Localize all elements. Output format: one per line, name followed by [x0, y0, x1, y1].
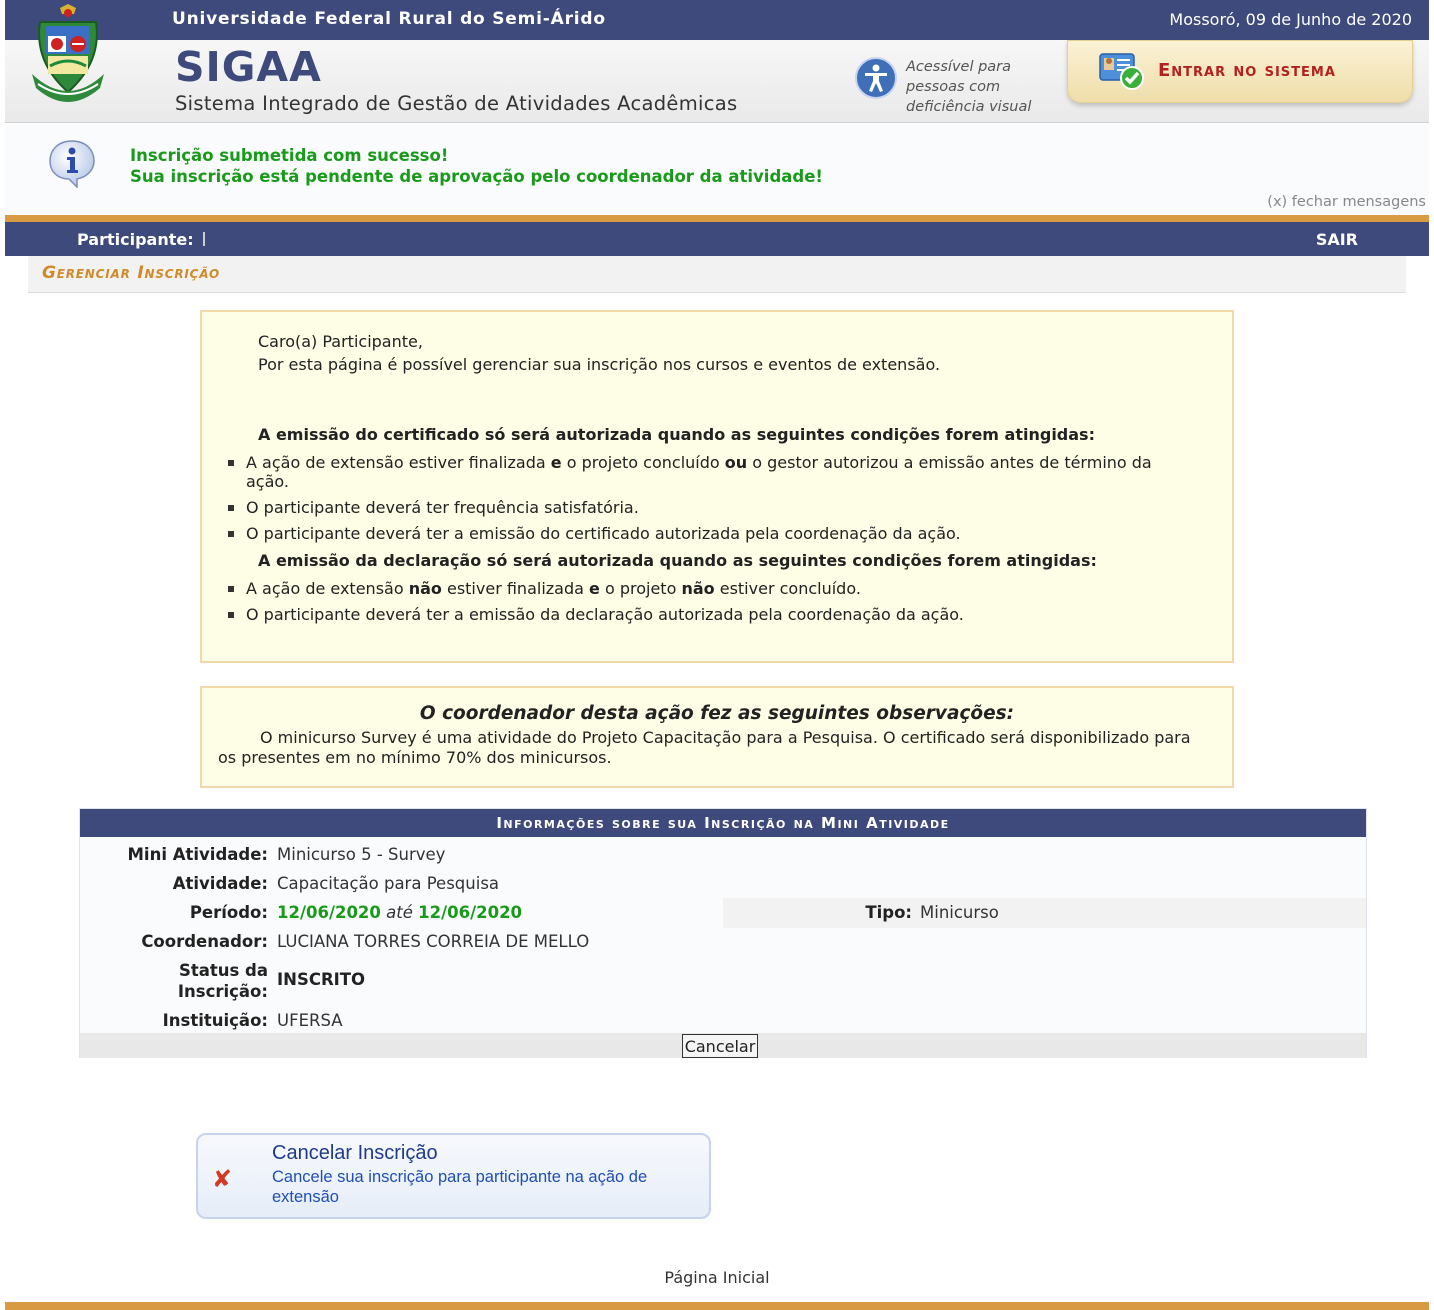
university-name: Universidade Federal Rural do Semi-Árido	[172, 9, 606, 29]
greeting: Caro(a) Participante,	[258, 332, 423, 351]
coordinator-value: LUCIANA TORRES CORREIA DE MELLO	[277, 932, 590, 951]
institution-label: Instituição:	[162, 1011, 268, 1030]
logout-link[interactable]: SAIR	[1316, 230, 1358, 249]
divider	[5, 215, 1429, 222]
university-logo	[32, 4, 104, 102]
participant-bar: Participante: SAIR	[5, 222, 1429, 256]
declaration-heading: A emissão da declaração só será autoriza…	[258, 551, 1097, 570]
declaration-condition-2: O participante deverá ter a emissão da d…	[246, 605, 964, 624]
info-table-footer: Cancelar	[80, 1033, 1366, 1058]
message-area: Inscrição submetida com sucesso! Sua ins…	[5, 124, 1429, 215]
observations-title: O coordenador desta ação fez as seguinte…	[419, 703, 1015, 724]
app-name: SIGAA	[175, 43, 322, 91]
footer-divider	[5, 1302, 1429, 1310]
bullet	[228, 505, 234, 511]
status-value: INSCRITO	[277, 970, 366, 989]
current-date: Mossoró, 09 de Junho de 2020	[1169, 10, 1412, 29]
info-icon	[49, 140, 95, 188]
pending-message: Sua inscrição está pendente de aprovação…	[130, 167, 823, 186]
bullet	[228, 531, 234, 537]
login-button[interactable]: Entrar no sistema	[1067, 40, 1413, 103]
certificate-condition-1-cont: ação.	[246, 472, 289, 491]
participant-label: Participante:	[77, 230, 194, 249]
bullet	[228, 586, 234, 592]
cancel-card-title: Cancelar Inscrição	[272, 1142, 438, 1164]
type-label: Tipo:	[865, 903, 912, 922]
type-value: Minicurso	[920, 903, 999, 922]
period-label: Período:	[189, 903, 268, 922]
app-subtitle: Sistema Integrado de Gestão de Atividade…	[175, 92, 738, 115]
status-label: Status da Inscrição:	[177, 961, 268, 1001]
registration-info-table: Informações sobre sua Inscrição na Mini …	[79, 808, 1367, 1058]
success-message: Inscrição submetida com sucesso!	[130, 146, 449, 165]
bullet	[228, 460, 234, 466]
header: SIGAA Sistema Integrado de Gestão de Ati…	[5, 40, 1429, 123]
certificate-condition-1: A ação de extensão estiver finalizada e …	[246, 453, 1152, 472]
mini-activity-label: Mini Atividade:	[127, 845, 269, 864]
instructions-box: Caro(a) Participante, Por esta página é …	[200, 310, 1234, 663]
home-link[interactable]: Página Inicial	[0, 1268, 1434, 1287]
intro-text: Por esta página é possível gerenciar sua…	[258, 355, 941, 374]
period-value: 12/06/2020 até 12/06/2020	[277, 903, 522, 922]
declaration-condition-1: A ação de extensão não estiver finalizad…	[246, 579, 861, 598]
top-bar: Universidade Federal Rural do Semi-Árido…	[5, 0, 1429, 40]
certificate-condition-3: O participante deverá ter a emissão do c…	[246, 524, 961, 543]
info-table-header: Informações sobre sua Inscrição na Mini …	[80, 809, 1366, 837]
period-separator: até	[386, 903, 413, 922]
accessibility-icon[interactable]	[855, 57, 897, 99]
accessibility-text[interactable]: Acessível para pessoas com deficiência v…	[906, 57, 1031, 117]
period-start: 12/06/2020	[277, 903, 381, 922]
coordinator-label: Coordenador:	[141, 932, 268, 951]
participant-name	[203, 232, 205, 246]
activity-label: Atividade:	[172, 874, 268, 893]
cancel-x-icon: ✘	[212, 1165, 233, 1193]
login-label: Entrar no sistema	[1158, 60, 1336, 81]
cancel-registration-card[interactable]: ✘ Cancelar Inscrição Cancele sua inscriç…	[196, 1133, 711, 1219]
page-title: Gerenciar Inscrição	[42, 263, 220, 283]
institution-value: UFERSA	[277, 1011, 343, 1030]
period-end: 12/06/2020	[418, 903, 523, 922]
mini-activity-value: Minicurso 5 - Survey	[277, 845, 446, 864]
activity-value: Capacitação para Pesquisa	[277, 874, 500, 893]
bullet	[228, 612, 234, 618]
certificate-heading: A emissão do certificado só será autoriz…	[258, 425, 1095, 444]
observations-box: O coordenador desta ação fez as seguinte…	[200, 686, 1234, 788]
cancel-card-description: Cancele sua inscrição para participante …	[272, 1168, 648, 1206]
cancel-button[interactable]: Cancelar	[682, 1034, 758, 1058]
page-title-bar: Gerenciar Inscrição	[28, 256, 1406, 293]
certificate-condition-2: O participante deverá ter frequência sat…	[246, 498, 639, 517]
observations-text: O minicurso Survey é uma atividade do Pr…	[218, 728, 1191, 767]
close-messages-link[interactable]: (x) fechar mensagens	[1267, 194, 1426, 210]
login-card-icon	[1099, 53, 1144, 90]
type-cell	[723, 898, 1366, 928]
